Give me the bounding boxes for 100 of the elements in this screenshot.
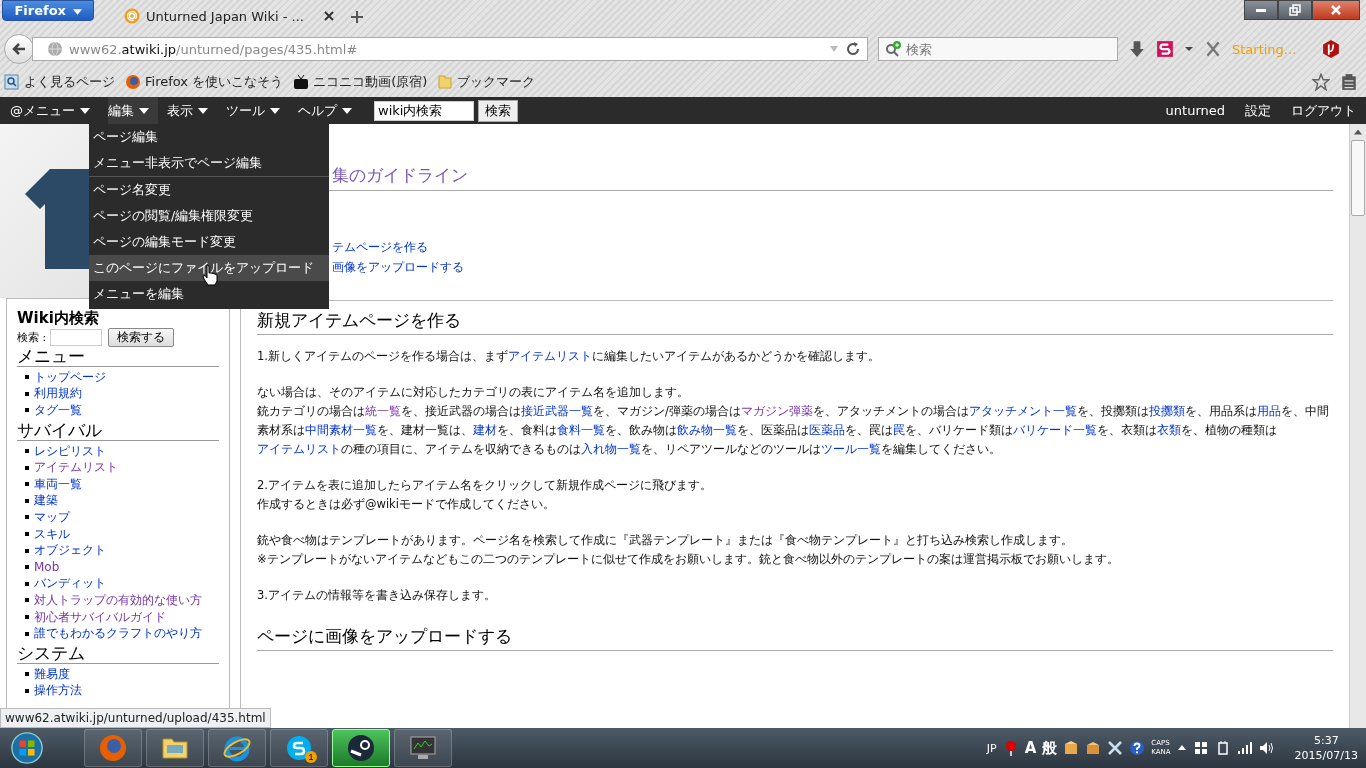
- text-link[interactable]: 飲み物一覧: [677, 423, 737, 437]
- ime-kanji-text[interactable]: 般: [1042, 738, 1058, 758]
- ime-mode-text[interactable]: A: [1024, 739, 1037, 757]
- download-icon[interactable]: [1128, 40, 1146, 58]
- search-button[interactable]: 検索: [478, 99, 518, 122]
- s-logo-icon: [284, 733, 314, 763]
- firefox-icon: [125, 73, 141, 90]
- menu-option[interactable]: ページの閲覧/編集権限変更: [89, 203, 329, 229]
- sidebar-link[interactable]: Mob: [34, 560, 60, 575]
- text-link[interactable]: 接近武器一覧: [521, 404, 593, 418]
- language-indicator[interactable]: JP: [986, 741, 997, 755]
- wiki-search-field[interactable]: wiki内検索: [374, 100, 474, 121]
- text-link[interactable]: ツール一覧: [821, 442, 881, 456]
- page-title-link[interactable]: 集のガイドライン: [332, 165, 468, 185]
- back-button[interactable]: [4, 34, 34, 64]
- text-link[interactable]: 入れ物一覧: [581, 442, 641, 456]
- toc-link[interactable]: 画像をアップロードする: [332, 259, 464, 276]
- star-icon[interactable]: [1312, 72, 1330, 91]
- close-button[interactable]: [1312, 0, 1360, 20]
- toc-link[interactable]: テムページを作る: [332, 239, 428, 256]
- show-hidden-icons-arrow-icon[interactable]: [1176, 743, 1187, 753]
- reload-icon[interactable]: [845, 41, 861, 57]
- sidebar-link[interactable]: スキル: [34, 525, 70, 543]
- bookmark-item[interactable]: ブックマーク: [437, 72, 536, 91]
- bookmark-item[interactable]: ニコニコ動画(原宿): [293, 72, 428, 91]
- clock-time[interactable]: 5:37: [1313, 733, 1339, 748]
- sidebar-link[interactable]: レシピリスト: [34, 442, 106, 460]
- text-link[interactable]: アタッチメント一覧: [968, 404, 1077, 418]
- bookmark-item[interactable]: よく見るページ: [4, 72, 115, 91]
- x-icon[interactable]: [1204, 40, 1222, 58]
- text-link[interactable]: アイテムリスト: [257, 442, 341, 456]
- speaker-icon[interactable]: [1258, 740, 1275, 756]
- search-button[interactable]: 検索する: [108, 328, 175, 347]
- clipboard-icon[interactable]: [1340, 72, 1358, 91]
- menu-option[interactable]: ページ名変更: [89, 177, 329, 203]
- text-link[interactable]: バリケード一覧: [1013, 423, 1097, 437]
- menu-option[interactable]: メニュー非表示でページ編集: [89, 150, 329, 176]
- text-link[interactable]: 統一覧: [365, 404, 401, 418]
- sidebar-link[interactable]: バンディット: [34, 575, 106, 593]
- paragraph: 銃や食べ物はテンプレートがあります。ページ名を検索して作成に『武器テンプレート』または『食べ物テンプレート』と打ち込み検索し作成します。: [257, 532, 1074, 549]
- text-link[interactable]: 衣類: [1157, 423, 1181, 437]
- taskbar-app-button[interactable]: 1: [270, 729, 328, 767]
- mu-logo-icon[interactable]: [1322, 40, 1340, 58]
- text-link[interactable]: マガジン弾薬: [740, 404, 813, 418]
- sidebar-link[interactable]: アイテムリスト: [34, 459, 118, 477]
- menu-option[interactable]: ページ編集: [89, 124, 329, 150]
- sidebar-link[interactable]: 建築: [34, 492, 58, 510]
- box-icon[interactable]: [1085, 740, 1102, 756]
- sidebar-link[interactable]: 初心者サバイバルガイド: [34, 608, 166, 626]
- sidebar-link[interactable]: 難易度: [34, 665, 70, 683]
- menu-option[interactable]: メニューを編集: [89, 281, 329, 307]
- scrollbar-thumb[interactable]: [1351, 140, 1365, 216]
- text-link[interactable]: 用品: [1256, 404, 1281, 418]
- bullet-icon: [25, 672, 29, 677]
- header-link[interactable]: 設定: [1245, 101, 1271, 120]
- menu-item[interactable]: 編集: [108, 97, 158, 124]
- help-icon[interactable]: [1129, 740, 1146, 756]
- text-link[interactable]: 医薬品: [809, 423, 845, 437]
- sidebar-link[interactable]: 利用規約: [34, 385, 82, 403]
- bookmark-item[interactable]: Firefox を使いこなそう: [125, 72, 284, 91]
- address-bar[interactable]: www62.atwiki.jp/unturned/pages/435.html#: [32, 37, 868, 61]
- text-link[interactable]: 建材: [473, 423, 497, 437]
- header-link[interactable]: ログアウト: [1291, 101, 1356, 120]
- minimize-button[interactable]: [1244, 0, 1278, 20]
- menu-item[interactable]: ツール: [226, 97, 289, 124]
- box-icon[interactable]: [1063, 740, 1080, 756]
- search-box[interactable]: 検索: [878, 37, 1118, 61]
- text-link[interactable]: アイテムリスト: [508, 349, 592, 363]
- restore-button[interactable]: [1278, 0, 1312, 20]
- sidebar-link[interactable]: オブジェクト: [34, 542, 106, 560]
- sidebar-link[interactable]: 対人トラップの有効的な使い方: [34, 591, 202, 609]
- text-link[interactable]: 罠: [893, 423, 905, 437]
- header-link[interactable]: unturned: [1165, 103, 1225, 118]
- back-arrow-icon: [11, 41, 27, 57]
- browser-tab[interactable]: Unturned Japan Wiki - ...: [118, 4, 340, 28]
- new-tab-icon[interactable]: [350, 10, 364, 24]
- sidebar-link[interactable]: タグ一覧: [34, 402, 82, 419]
- clock-date[interactable]: 2015/07/13: [1294, 748, 1358, 763]
- taskbar-app-button[interactable]: [332, 729, 390, 767]
- sidebar-search-field[interactable]: [50, 329, 103, 346]
- search-field[interactable]: 検索: [904, 40, 1108, 58]
- signal-icon[interactable]: [1236, 740, 1253, 756]
- close-icon[interactable]: [324, 11, 334, 21]
- text-link[interactable]: 食料一覧: [557, 423, 605, 437]
- sidebar-link[interactable]: 誰でもわかるクラフトのやり方: [34, 625, 202, 643]
- scrollbar[interactable]: [1349, 124, 1366, 728]
- sidebar-link[interactable]: マップ: [34, 508, 70, 526]
- text-link[interactable]: 中間素材一覧: [305, 423, 377, 437]
- firefox-menu-button[interactable]: Firefox: [2, 0, 94, 21]
- menu-option[interactable]: ページの編集モード変更: [89, 229, 329, 255]
- menu-item[interactable]: ヘルプ: [298, 97, 361, 124]
- sidebar-link[interactable]: 車両一覧: [34, 475, 82, 493]
- s-logo-icon[interactable]: [1156, 40, 1174, 58]
- scroll-up-arrow-icon[interactable]: [1354, 129, 1362, 135]
- dropdown-icon[interactable]: [1184, 44, 1194, 54]
- sidebar-link[interactable]: 操作方法: [34, 682, 82, 700]
- sidebar-link[interactable]: トップページ: [34, 368, 106, 386]
- text-link[interactable]: 投擲類: [1148, 404, 1185, 418]
- menu-item[interactable]: @メニュー: [10, 97, 99, 124]
- menu-item[interactable]: 表示: [167, 97, 217, 124]
